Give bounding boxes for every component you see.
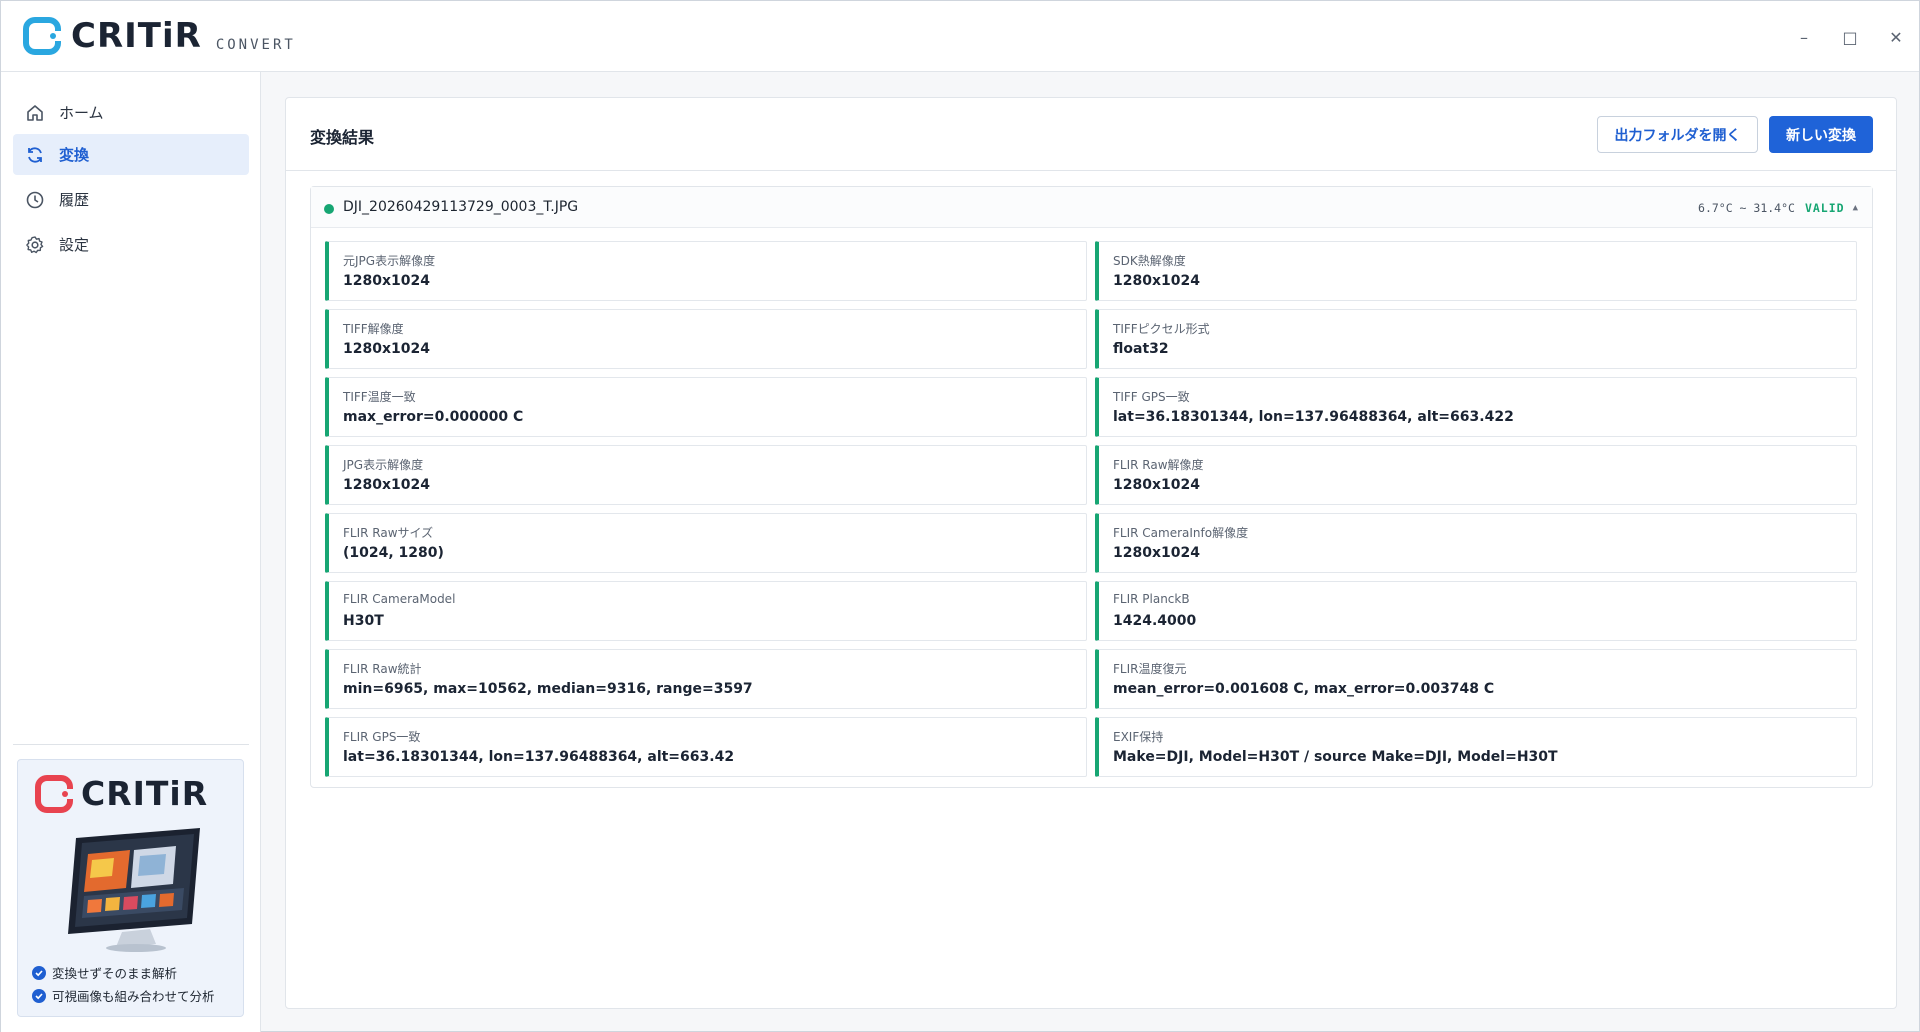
clock-icon — [25, 190, 45, 210]
app-subtitle: CONVERT — [215, 37, 296, 53]
sidebar-item-label: 履歴 — [59, 191, 90, 209]
result-cell: FLIR Rawサイズ (1024, 1280) — [325, 513, 1087, 573]
result-cell: EXIF保持 Make=DJI, Model=H30T / source Make… — [1095, 717, 1857, 777]
result-cell: FLIR PlanckB 1424.4000 — [1095, 581, 1857, 641]
results-card: 変換結果 出力フォルダを開く 新しい変換 DJI_20260429113729_… — [285, 97, 1897, 1009]
result-value: Make=DJI, Model=H30T / source Make=DJI, … — [1113, 749, 1558, 765]
result-cell: FLIR Raw統計 min=6965, max=10562, median=93… — [325, 649, 1087, 709]
result-cell: JPG表示解像度 1280x1024 — [325, 445, 1087, 505]
status-badge: VALID — [1804, 201, 1845, 215]
sidebar-divider — [13, 744, 249, 745]
status-dot-icon — [324, 204, 334, 214]
sidebar-item-label: ホーム — [59, 104, 104, 122]
sidebar-item-settings[interactable]: 設定 — [13, 224, 249, 265]
refresh-icon — [25, 145, 45, 165]
result-label: TIFF温度一致 — [343, 390, 416, 404]
result-cell: SDK熱解像度 1280x1024 — [1095, 241, 1857, 301]
result-label: FLIR Rawサイズ — [343, 526, 434, 540]
result-value: mean_error=0.001608 C, max_error=0.00374… — [1113, 681, 1495, 697]
result-value: float32 — [1113, 341, 1169, 357]
result-label: FLIR CameraModel — [343, 592, 456, 606]
app-window: CRITiR CONVERT – □ ✕ ホーム 変換 履歴 設定 CRITiR… — [0, 0, 1920, 1032]
app-logo: CRITiR CONVERT — [23, 17, 296, 55]
file-name: DJI_20260429113729_0003_T.JPG — [343, 199, 579, 215]
critir-red-logo-icon — [35, 774, 73, 813]
result-label: FLIR PlanckB — [1113, 592, 1190, 606]
sidebar-item-label: 設定 — [59, 236, 90, 254]
title-bar: CRITiR CONVERT – □ ✕ — [1, 1, 1919, 72]
file-result-header[interactable]: DJI_20260429113729_0003_T.JPG 6.7°C ~ 31… — [311, 187, 1872, 228]
close-button[interactable]: ✕ — [1873, 17, 1919, 57]
result-label: TIFF GPS一致 — [1113, 390, 1190, 404]
check-icon — [32, 988, 46, 1003]
result-cell: TIFF温度一致 max_error=0.000000 C — [325, 377, 1087, 437]
gear-icon — [25, 235, 45, 255]
result-label: TIFFピクセル形式 — [1113, 322, 1210, 336]
file-result-panel: DJI_20260429113729_0003_T.JPG 6.7°C ~ 31… — [310, 186, 1873, 788]
result-cell: FLIR Raw解像度 1280x1024 — [1095, 445, 1857, 505]
result-label: FLIR温度復元 — [1113, 662, 1187, 676]
maximize-button[interactable]: □ — [1827, 17, 1873, 57]
app-name: CRITiR — [71, 16, 202, 56]
result-value: max_error=0.000000 C — [343, 409, 524, 425]
result-cell: 元JPG表示解像度 1280x1024 — [325, 241, 1087, 301]
promo-feature-text: 変換せずそのまま解析 — [52, 966, 178, 981]
result-value: 1280x1024 — [343, 273, 430, 289]
promo-brand: CRITiR — [81, 774, 209, 813]
result-value: 1280x1024 — [1113, 545, 1200, 561]
result-cell: TIFF GPS一致 lat=36.18301344, lon=137.96488… — [1095, 377, 1857, 437]
result-value: 1280x1024 — [1113, 477, 1200, 493]
sidebar-item-home[interactable]: ホーム — [13, 92, 249, 133]
collapse-caret-icon[interactable]: ▲ — [1853, 203, 1858, 213]
result-value: lat=36.18301344, lon=137.96488364, alt=6… — [1113, 409, 1514, 425]
result-label: SDK熱解像度 — [1113, 254, 1186, 268]
result-label: FLIR CameraInfo解像度 — [1113, 526, 1249, 540]
monitor-illustration-icon — [68, 828, 200, 952]
result-label: JPG表示解像度 — [343, 458, 424, 472]
result-cell: TIFFピクセル形式 float32 — [1095, 309, 1857, 369]
new-convert-button[interactable]: 新しい変換 — [1769, 116, 1873, 153]
promo-feature: 可視画像も組み合わせて分析 — [32, 986, 215, 1005]
result-value: 1424.4000 — [1113, 613, 1197, 629]
result-value: min=6965, max=10562, median=9316, range=… — [343, 681, 753, 697]
sidebar-item-history[interactable]: 履歴 — [13, 179, 249, 220]
sidebar-item-convert[interactable]: 変換 — [13, 134, 249, 175]
result-value: H30T — [343, 613, 384, 629]
result-label: FLIR Raw解像度 — [1113, 458, 1204, 472]
result-label: TIFF解像度 — [343, 322, 404, 336]
result-value: (1024, 1280) — [343, 545, 444, 561]
minimize-button[interactable]: – — [1781, 17, 1827, 57]
result-label: 元JPG表示解像度 — [343, 254, 436, 268]
result-value: 1280x1024 — [343, 341, 430, 357]
result-value: 1280x1024 — [343, 477, 430, 493]
sidebar: ホーム 変換 履歴 設定 CRITiR 変換せずそのまま解析 可視画像も組み合わ… — [1, 72, 261, 1032]
promo-feature: 変換せずそのまま解析 — [32, 963, 177, 982]
result-label: FLIR Raw統計 — [343, 662, 422, 676]
result-cell: FLIR温度復元 mean_error=0.001608 C, max_error… — [1095, 649, 1857, 709]
window-controls: – □ ✕ — [1781, 17, 1919, 57]
result-cell: FLIR GPS一致 lat=36.18301344, lon=137.96488… — [325, 717, 1087, 777]
check-icon — [32, 965, 46, 980]
result-label: EXIF保持 — [1113, 730, 1164, 744]
critir-logo-icon — [23, 17, 61, 55]
promo-logo: CRITiR — [35, 774, 208, 813]
result-cell: TIFF解像度 1280x1024 — [325, 309, 1087, 369]
result-label: FLIR GPS一致 — [343, 730, 421, 744]
open-output-folder-button[interactable]: 出力フォルダを開く — [1597, 116, 1758, 153]
sidebar-item-label: 変換 — [59, 146, 90, 164]
result-value: 1280x1024 — [1113, 273, 1200, 289]
result-cell: FLIR CameraModel H30T — [325, 581, 1087, 641]
result-cell: FLIR CameraInfo解像度 1280x1024 — [1095, 513, 1857, 573]
promo-feature-text: 可視画像も組み合わせて分析 — [52, 989, 215, 1004]
home-icon — [25, 103, 45, 123]
results-header: 変換結果 出力フォルダを開く 新しい変換 — [286, 98, 1896, 171]
result-value: lat=36.18301344, lon=137.96488364, alt=6… — [343, 749, 735, 765]
file-summary: 6.7°C ~ 31.4°C VALID ▲ — [1698, 201, 1858, 215]
temperature-range: 6.7°C ~ 31.4°C — [1698, 201, 1795, 215]
promo-card: CRITiR 変換せずそのまま解析 可視画像も組み合わせて分析 — [17, 759, 244, 1017]
page-title: 変換結果 — [310, 128, 375, 147]
